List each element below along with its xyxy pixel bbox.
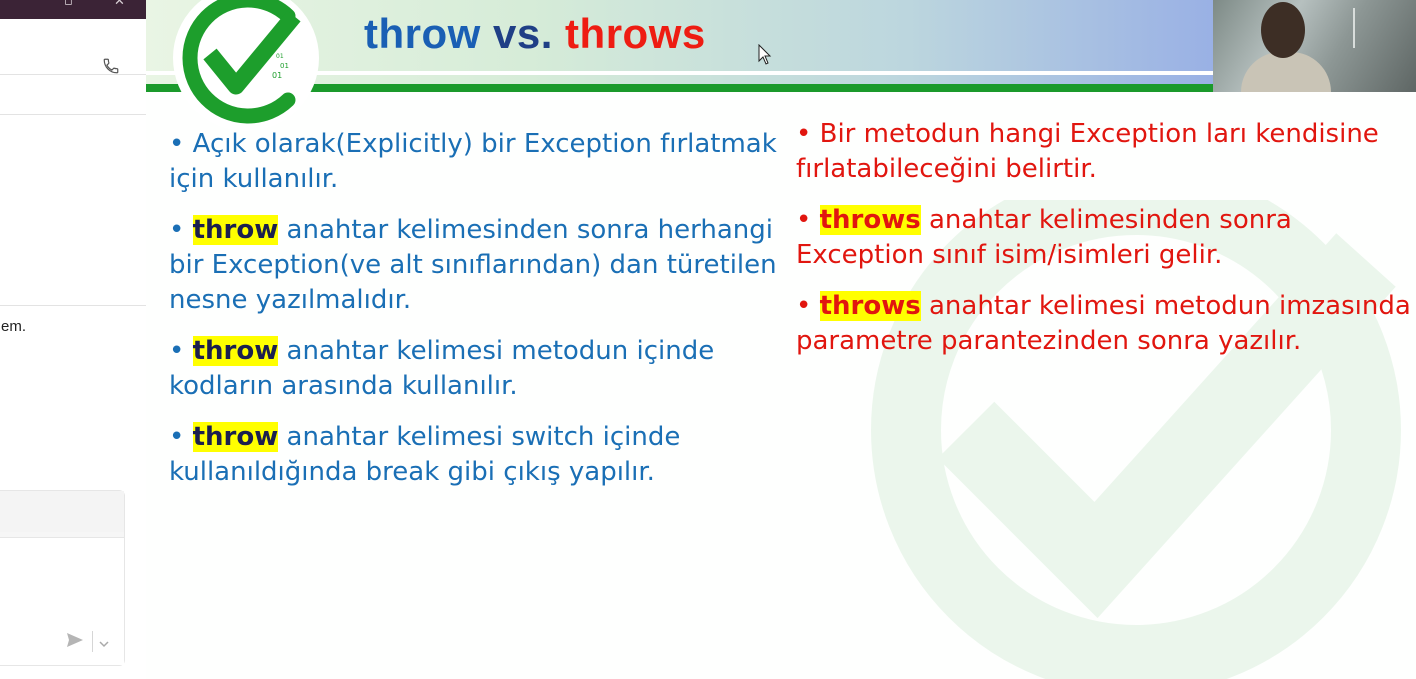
chat-sidebar: ▫ ✕ em.: [0, 0, 146, 679]
message-composer[interactable]: [0, 490, 125, 666]
bullet-item: • throws anahtar kelimesi metodun imzası…: [796, 289, 1414, 359]
chevron-down-icon[interactable]: [98, 634, 110, 653]
presentation-slide: 01 01 01 throw vs. throws • Açık olarak(…: [146, 0, 1416, 679]
bullet-dot: •: [169, 129, 185, 159]
mouse-cursor-icon: [758, 44, 772, 65]
bullet-dot: •: [796, 205, 812, 235]
highlighted-keyword: throws: [819, 291, 921, 321]
send-icon[interactable]: [66, 632, 84, 652]
presenter-head: [1261, 2, 1305, 58]
bullet-item: • throw anahtar kelimesi switch içinde k…: [169, 420, 779, 490]
chat-header: [0, 19, 146, 75]
throws-bullets: • Bir metodun hangi Exception ları kendi…: [796, 117, 1414, 375]
webcam-thumbnail[interactable]: [1213, 0, 1416, 92]
bullet-dot: •: [796, 291, 812, 321]
logo-bits: 01: [276, 53, 284, 60]
highlighted-keyword: throw: [192, 422, 279, 452]
message-snippet: em.: [1, 318, 27, 335]
window-titlebar: ▫ ✕: [0, 0, 146, 19]
close-icon[interactable]: ✕: [114, 0, 125, 9]
logo-bits: 01: [280, 62, 289, 70]
composer-toolbar: [0, 491, 124, 532]
bullet-item: • throw anahtar kelimesi metodun içinde …: [169, 334, 779, 404]
presenter-body: [1241, 52, 1331, 92]
bullet-item: • Bir metodun hangi Exception ları kendi…: [796, 117, 1414, 187]
checkmark-logo-icon: 01 01 01: [173, 0, 319, 131]
bullet-dot: •: [169, 422, 185, 452]
logo-bits: 01: [272, 71, 282, 80]
bullet-dot: •: [169, 336, 185, 366]
restore-icon[interactable]: ▫: [64, 0, 73, 9]
composer-divider: [92, 631, 93, 652]
title-throw: throw: [364, 10, 481, 57]
message-item[interactable]: em.: [0, 115, 146, 335]
highlighted-keyword: throws: [819, 205, 921, 235]
bullet-text: Açık olarak(Explicitly) bir Exception fı…: [169, 129, 777, 194]
throw-bullets: • Açık olarak(Explicitly) bir Exception …: [169, 127, 779, 506]
bullet-text: Bir metodun hangi Exception ları kendisi…: [796, 119, 1379, 184]
bullet-dot: •: [796, 119, 812, 149]
title-vs: vs.: [492, 10, 553, 57]
highlighted-keyword: throw: [192, 336, 279, 366]
slide-title: throw vs. throws: [364, 10, 706, 58]
webcam-background: [1353, 8, 1415, 48]
highlighted-keyword: throw: [192, 215, 279, 245]
bullet-item: • Açık olarak(Explicitly) bir Exception …: [169, 127, 779, 197]
bullet-item: • throws anahtar kelimesinden sonra Exce…: [796, 203, 1414, 273]
bullet-item: • throw anahtar kelimesinden sonra herha…: [169, 213, 779, 318]
bullet-dot: •: [169, 215, 185, 245]
title-throws: throws: [565, 10, 706, 57]
chat-subheader: [0, 75, 146, 115]
